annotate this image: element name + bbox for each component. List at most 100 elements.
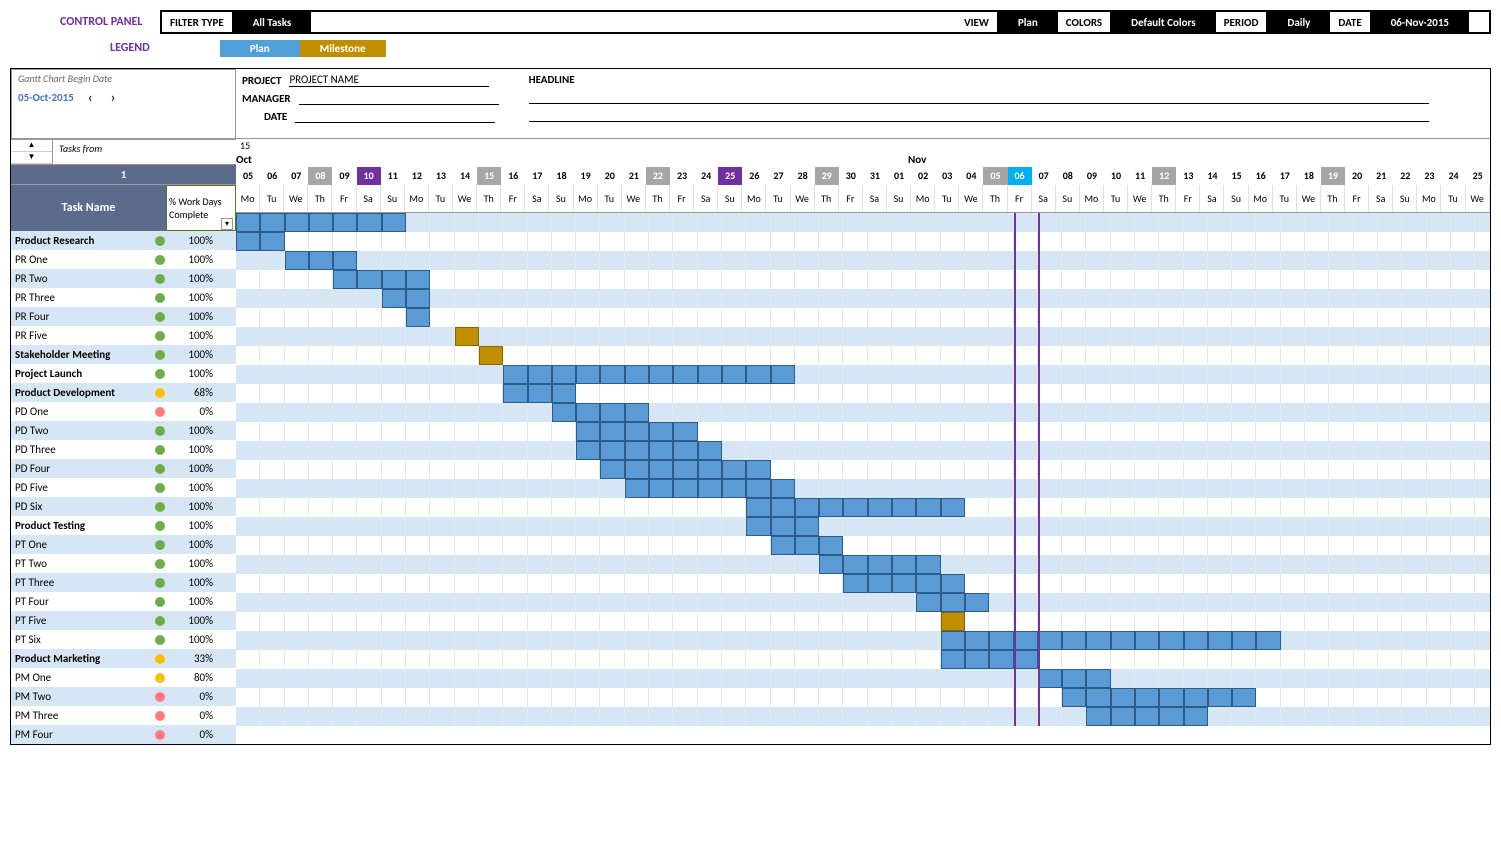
gantt-bar[interactable]	[625, 365, 649, 384]
gantt-bar[interactable]	[892, 574, 916, 593]
gantt-bar[interactable]	[528, 384, 552, 403]
project-value[interactable]: PROJECT NAME	[289, 73, 489, 87]
task-row[interactable]: PT Six100%	[11, 630, 236, 649]
gantt-bar[interactable]	[1135, 688, 1159, 707]
sort-down-button[interactable]: ▼	[11, 152, 52, 164]
gantt-bar[interactable]	[285, 251, 309, 270]
gantt-bar[interactable]	[1135, 707, 1159, 726]
gantt-bar[interactable]	[1111, 707, 1135, 726]
gantt-bar[interactable]	[1038, 631, 1062, 650]
gantt-bar[interactable]	[1086, 669, 1110, 688]
gantt-bar[interactable]	[357, 213, 381, 232]
gantt-bar[interactable]	[455, 327, 479, 346]
gantt-bar[interactable]	[746, 479, 770, 498]
manager-value[interactable]	[299, 91, 499, 105]
gantt-bar[interactable]	[965, 593, 989, 612]
period-value[interactable]: Daily	[1267, 12, 1330, 32]
gantt-bar[interactable]	[236, 213, 260, 232]
gantt-bar[interactable]	[819, 498, 843, 517]
gantt-bar[interactable]	[673, 365, 697, 384]
gantt-bar[interactable]	[528, 365, 552, 384]
gantt-bar[interactable]	[406, 308, 430, 327]
gantt-bar[interactable]	[333, 213, 357, 232]
date-field-value[interactable]	[295, 109, 495, 123]
gantt-bar[interactable]	[382, 270, 406, 289]
gantt-bar[interactable]	[868, 574, 892, 593]
gantt-bar[interactable]	[843, 498, 867, 517]
task-row[interactable]: PT Three100%	[11, 573, 236, 592]
task-row[interactable]: PD One0%	[11, 402, 236, 421]
gantt-bar[interactable]	[1184, 688, 1208, 707]
gantt-bar[interactable]	[1184, 631, 1208, 650]
gantt-bar[interactable]	[1062, 669, 1086, 688]
gantt-bar[interactable]	[1159, 631, 1183, 650]
gantt-bar[interactable]	[600, 365, 624, 384]
gantt-bar[interactable]	[1232, 688, 1256, 707]
gantt-bar[interactable]	[673, 441, 697, 460]
gantt-bar[interactable]	[285, 213, 309, 232]
gantt-bar[interactable]	[673, 422, 697, 441]
task-row[interactable]: Project Launch100%	[11, 364, 236, 383]
gantt-bar[interactable]	[1014, 650, 1038, 669]
gantt-bar[interactable]	[698, 460, 722, 479]
gantt-bar[interactable]	[941, 593, 965, 612]
gantt-bar[interactable]	[1111, 688, 1135, 707]
gantt-bar[interactable]	[333, 251, 357, 270]
task-row[interactable]: PR One100%	[11, 250, 236, 269]
colors-value[interactable]: Default Colors	[1111, 12, 1216, 32]
gantt-bar[interactable]	[746, 498, 770, 517]
gantt-bar[interactable]	[989, 631, 1013, 650]
task-row[interactable]: PM Four0%	[11, 725, 236, 744]
gantt-bar[interactable]	[746, 517, 770, 536]
task-row[interactable]: Stakeholder Meeting100%	[11, 345, 236, 364]
gantt-bar[interactable]	[916, 555, 940, 574]
task-row[interactable]: PT Four100%	[11, 592, 236, 611]
gantt-bar[interactable]	[576, 403, 600, 422]
gantt-bar[interactable]	[576, 365, 600, 384]
gantt-bar[interactable]	[382, 213, 406, 232]
gantt-bar[interactable]	[673, 479, 697, 498]
gantt-bar[interactable]	[722, 479, 746, 498]
gantt-bar[interactable]	[965, 631, 989, 650]
task-row[interactable]: PR Three100%	[11, 288, 236, 307]
gantt-bar[interactable]	[600, 403, 624, 422]
gantt-bar[interactable]	[771, 536, 795, 555]
gantt-bar[interactable]	[771, 517, 795, 536]
gantt-bar[interactable]	[625, 441, 649, 460]
gantt-bar[interactable]	[1135, 631, 1159, 650]
gantt-bar[interactable]	[479, 346, 503, 365]
gantt-bar[interactable]	[625, 479, 649, 498]
gantt-bar[interactable]	[965, 650, 989, 669]
gantt-bar[interactable]	[1208, 688, 1232, 707]
task-row[interactable]: PD Three100%	[11, 440, 236, 459]
gantt-bar[interactable]	[916, 593, 940, 612]
gantt-bar[interactable]	[941, 612, 965, 631]
gantt-bar[interactable]	[989, 650, 1013, 669]
gantt-bar[interactable]	[649, 365, 673, 384]
task-row[interactable]: PT Two100%	[11, 554, 236, 573]
gantt-bar[interactable]	[1159, 688, 1183, 707]
task-row[interactable]: PM Two0%	[11, 687, 236, 706]
gantt-bar[interactable]	[1014, 631, 1038, 650]
prev-date-button[interactable]: ‹	[84, 89, 97, 106]
task-row[interactable]: PD Four100%	[11, 459, 236, 478]
task-row[interactable]: PR Four100%	[11, 307, 236, 326]
gantt-bar[interactable]	[673, 460, 697, 479]
gantt-bar[interactable]	[1038, 669, 1062, 688]
task-row[interactable]: Product Development68%	[11, 383, 236, 402]
gantt-bar[interactable]	[941, 631, 965, 650]
gantt-bar[interactable]	[795, 536, 819, 555]
gantt-bar[interactable]	[698, 365, 722, 384]
gantt-bar[interactable]	[941, 498, 965, 517]
gantt-bar[interactable]	[260, 213, 284, 232]
gantt-bar[interactable]	[698, 441, 722, 460]
gantt-bar[interactable]	[698, 479, 722, 498]
task-row[interactable]: PT Five100%	[11, 611, 236, 630]
gantt-bar[interactable]	[892, 498, 916, 517]
gantt-bar[interactable]	[649, 441, 673, 460]
gantt-bar[interactable]	[795, 498, 819, 517]
gantt-bar[interactable]	[236, 232, 260, 251]
task-row[interactable]: PD Six100%	[11, 497, 236, 516]
gantt-bar[interactable]	[503, 384, 527, 403]
gantt-bar[interactable]	[916, 498, 940, 517]
